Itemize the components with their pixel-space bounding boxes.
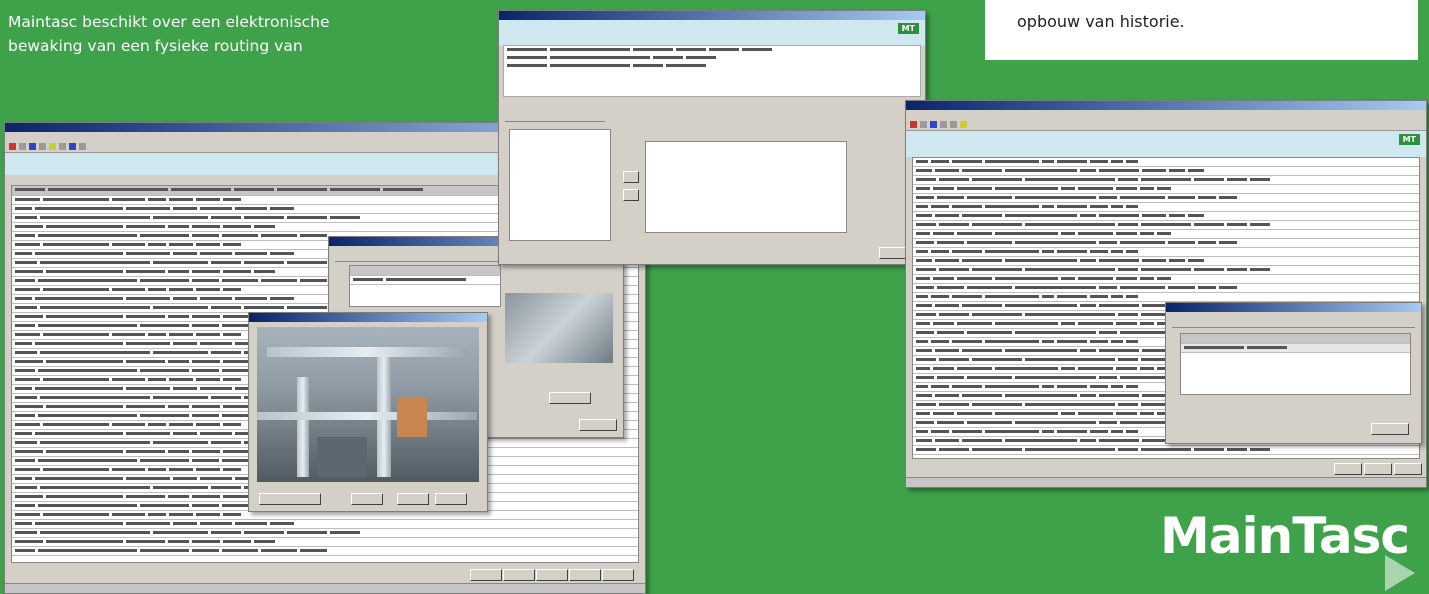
table-row[interactable] bbox=[913, 221, 1419, 230]
table-row[interactable] bbox=[913, 158, 1419, 167]
left-action-button-1[interactable] bbox=[470, 569, 502, 581]
right-action-button-2[interactable] bbox=[1364, 463, 1392, 475]
left-action-button-3[interactable] bbox=[536, 569, 568, 581]
toolbar-icon bbox=[19, 143, 26, 150]
right-window-menubar bbox=[906, 110, 1426, 119]
right-window-titlebar bbox=[906, 101, 1426, 110]
right-dialog-titlebar bbox=[1166, 303, 1421, 312]
table-row[interactable] bbox=[913, 257, 1419, 266]
route-dialog-button-2[interactable] bbox=[579, 419, 617, 431]
top-window-titlebar bbox=[499, 11, 925, 20]
route-dialog-thumbnail bbox=[505, 293, 613, 363]
right-window-header: MT bbox=[906, 131, 1426, 157]
toolbar-icon bbox=[69, 143, 76, 150]
table-row[interactable] bbox=[913, 230, 1419, 239]
table-row[interactable] bbox=[913, 194, 1419, 203]
table-row[interactable] bbox=[913, 167, 1419, 176]
maintasc-logo: MainTasc bbox=[1160, 507, 1410, 565]
left-action-button-2[interactable] bbox=[503, 569, 535, 581]
move-left-button[interactable] bbox=[623, 189, 639, 201]
top-window-header: MT bbox=[499, 20, 925, 46]
right-action-button-3[interactable] bbox=[1394, 463, 1422, 475]
photo-viewer-titlebar bbox=[249, 313, 487, 322]
logo-arrow-icon bbox=[1385, 555, 1415, 591]
right-dialog-button[interactable] bbox=[1371, 423, 1409, 435]
move-right-button[interactable] bbox=[623, 171, 639, 183]
intro-text: Maintasc beschikt over een elektronische… bbox=[8, 10, 438, 58]
route-dialog-button[interactable] bbox=[549, 392, 591, 404]
toolbar-icon bbox=[79, 143, 86, 150]
right-dialog-grid bbox=[1180, 333, 1411, 395]
photo-button-1[interactable] bbox=[351, 493, 383, 505]
top-window-right-grid bbox=[645, 141, 847, 233]
top-center-window: MT bbox=[498, 10, 926, 265]
top-window-tabs[interactable] bbox=[505, 111, 605, 122]
table-row[interactable] bbox=[913, 248, 1419, 257]
table-row[interactable] bbox=[913, 275, 1419, 284]
table-row[interactable] bbox=[12, 538, 638, 547]
table-row[interactable] bbox=[12, 520, 638, 529]
right-action-button-1[interactable] bbox=[1334, 463, 1362, 475]
table-row[interactable] bbox=[913, 212, 1419, 221]
right-window-statusbar bbox=[906, 477, 1426, 487]
table-row[interactable] bbox=[12, 529, 638, 538]
photo-button-2[interactable] bbox=[397, 493, 429, 505]
photo-viewer-window bbox=[248, 312, 488, 512]
installation-photo bbox=[257, 327, 479, 482]
table-row[interactable] bbox=[913, 185, 1419, 194]
right-window-toolbar bbox=[906, 119, 1426, 131]
photo-nav-button[interactable] bbox=[259, 493, 321, 505]
toolbar-icon bbox=[29, 143, 36, 150]
route-dialog-list bbox=[349, 265, 501, 307]
table-row[interactable] bbox=[913, 284, 1419, 293]
top-window-brand-logo: MT bbox=[897, 23, 919, 34]
left-action-button-4[interactable] bbox=[569, 569, 601, 581]
table-row[interactable] bbox=[12, 511, 638, 520]
table-row[interactable] bbox=[913, 293, 1419, 302]
intro-line-2: bewaking van een fysieke routing van bbox=[8, 37, 303, 55]
table-row[interactable] bbox=[913, 266, 1419, 275]
history-note-box: opbouw van historie. bbox=[985, 0, 1418, 60]
top-window-left-list bbox=[509, 129, 611, 241]
table-row[interactable] bbox=[12, 547, 638, 556]
toolbar-icon bbox=[9, 143, 16, 150]
intro-line-1: Maintasc beschikt over een elektronische bbox=[8, 13, 330, 31]
table-row[interactable] bbox=[913, 203, 1419, 212]
right-window-brand-logo: MT bbox=[1398, 134, 1420, 145]
left-action-button-5[interactable] bbox=[602, 569, 634, 581]
right-dialog-tabs[interactable] bbox=[1172, 319, 1415, 328]
top-window-summary bbox=[503, 45, 921, 97]
toolbar-icon bbox=[49, 143, 56, 150]
table-row[interactable] bbox=[913, 446, 1419, 455]
table-row[interactable] bbox=[913, 176, 1419, 185]
toolbar-icon bbox=[39, 143, 46, 150]
toolbar-icon bbox=[59, 143, 66, 150]
history-note-text: opbouw van historie. bbox=[1017, 12, 1185, 31]
photo-button-3[interactable] bbox=[435, 493, 467, 505]
table-row[interactable] bbox=[913, 239, 1419, 248]
right-sub-dialog bbox=[1165, 302, 1422, 444]
